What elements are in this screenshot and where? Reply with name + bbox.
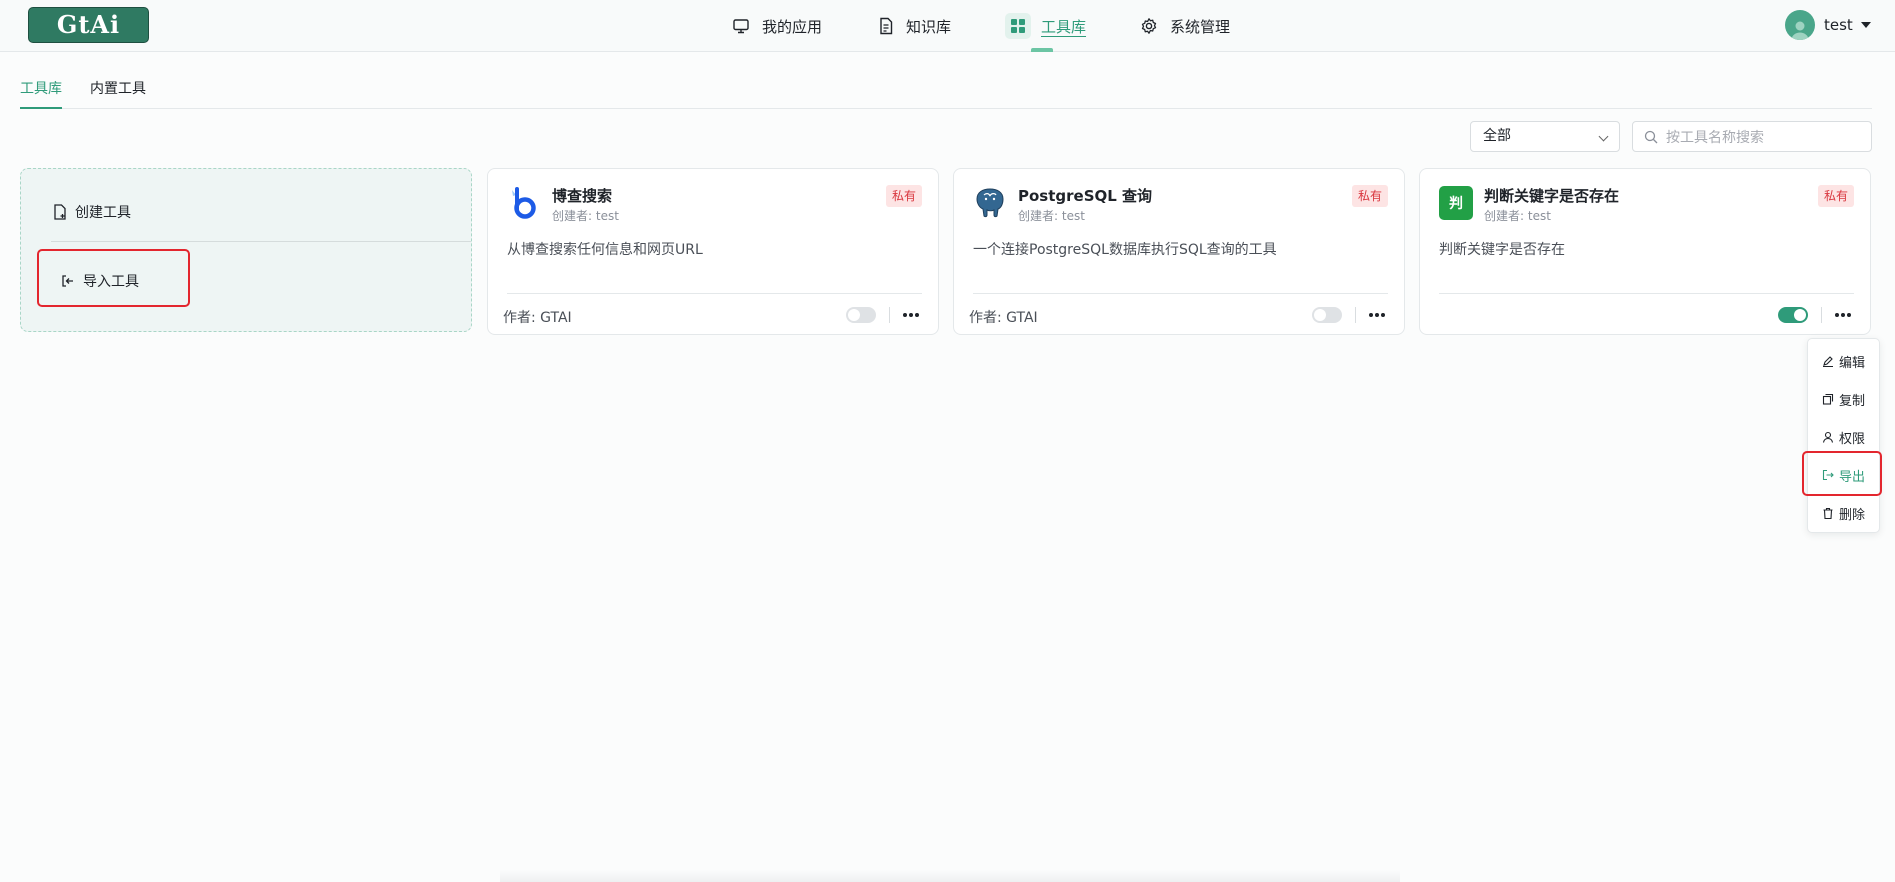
private-badge: 私有 xyxy=(1817,185,1854,207)
caret-down-icon xyxy=(1860,22,1871,28)
user-menu[interactable]: test xyxy=(1785,10,1871,40)
card-divider xyxy=(507,293,922,294)
divider xyxy=(51,241,471,242)
search-input[interactable]: 按工具名称搜索 xyxy=(1632,121,1872,152)
pan-char-icon: 判 xyxy=(1439,186,1473,220)
private-badge: 私有 xyxy=(885,185,922,207)
create-tool-label: 创建工具 xyxy=(75,205,131,221)
menu-item-delete[interactable]: 删除 xyxy=(1808,498,1881,528)
app-logo[interactable]: GtAi xyxy=(28,7,149,43)
tool-enable-toggle[interactable] xyxy=(1312,307,1342,323)
more-options-button[interactable] xyxy=(900,307,922,323)
nav-system-settings-label: 系统管理 xyxy=(1170,17,1231,36)
nav-knowledge-base-label: 知识库 xyxy=(906,17,952,36)
menu-item-permissions-label: 权限 xyxy=(1839,431,1866,447)
separator xyxy=(889,307,890,323)
bocha-logo-icon xyxy=(507,186,541,220)
tool-context-menu: 编辑 复制 权限 导出 删除 xyxy=(1807,338,1880,533)
document-icon xyxy=(880,17,893,35)
create-tool-button[interactable]: 创建工具 xyxy=(53,202,131,222)
category-select-value: 全部 xyxy=(1483,128,1511,144)
nav-my-apps-label: 我的应用 xyxy=(762,17,823,36)
user-name: test xyxy=(1824,16,1853,34)
tool-enable-toggle[interactable] xyxy=(846,307,876,323)
menu-item-delete-label: 删除 xyxy=(1839,507,1866,523)
copy-icon xyxy=(1822,393,1834,405)
nav-system-settings[interactable]: 系统管理 xyxy=(1140,13,1230,39)
grid-icon xyxy=(1005,13,1031,39)
tool-title: 判断关键字是否存在 xyxy=(1484,187,1620,205)
tool-title: PostgreSQL 查询 xyxy=(1018,187,1153,205)
tool-creator: 创建者: test xyxy=(552,209,619,223)
nav-knowledge-base[interactable]: 知识库 xyxy=(878,13,951,39)
nav-my-apps[interactable]: 我的应用 xyxy=(732,13,822,39)
tool-description: 判断关键字是否存在 xyxy=(1439,242,1565,258)
user-icon xyxy=(1822,431,1834,443)
tool-description: 一个连接PostgreSQL数据库执行SQL查询的工具 xyxy=(973,242,1277,258)
menu-item-copy-label: 复制 xyxy=(1839,393,1866,409)
tool-card[interactable]: 判 判断关键字是否存在 创建者: test 私有 判断关键字是否存在 xyxy=(1419,168,1871,335)
search-icon xyxy=(1644,130,1658,143)
separator xyxy=(1355,307,1356,323)
more-options-button[interactable] xyxy=(1832,307,1854,323)
trash-icon xyxy=(1823,507,1833,519)
chevron-down-icon xyxy=(1598,131,1609,142)
tool-card[interactable]: PostgreSQL 查询 创建者: test 私有 一个连接PostgreSQ… xyxy=(953,168,1405,335)
tool-author: 作者: GTAI xyxy=(969,310,1038,326)
highlight-box-import xyxy=(37,249,190,307)
avatar xyxy=(1785,10,1815,40)
tool-creator: 创建者: test xyxy=(1484,209,1551,223)
tool-card[interactable]: 博查搜索 创建者: test 私有 从博查搜索任何信息和网页URL 作者: GT… xyxy=(487,168,939,335)
menu-item-copy[interactable]: 复制 xyxy=(1808,384,1881,414)
new-file-icon xyxy=(54,204,66,220)
tool-enable-toggle[interactable] xyxy=(1778,307,1808,323)
card-divider xyxy=(973,293,1388,294)
monitor-icon xyxy=(733,19,749,34)
menu-item-edit-label: 编辑 xyxy=(1839,355,1866,371)
edit-icon xyxy=(1823,356,1833,367)
sub-tab-bar: 工具库 内置工具 xyxy=(20,80,1872,109)
tool-author: 作者: GTAI xyxy=(503,310,572,326)
private-badge: 私有 xyxy=(1351,185,1388,207)
highlight-box-export xyxy=(1802,451,1882,496)
tab-builtin-tools[interactable]: 内置工具 xyxy=(90,80,146,109)
menu-item-edit[interactable]: 编辑 xyxy=(1808,346,1881,376)
top-navbar: GtAi 我的应用 知识库 工具库 系统管理 test xyxy=(0,0,1895,52)
card-divider xyxy=(1439,293,1854,294)
menu-item-permissions[interactable]: 权限 xyxy=(1808,422,1881,452)
postgresql-elephant-icon xyxy=(973,186,1007,220)
separator xyxy=(1821,307,1822,323)
nav-tool-library[interactable]: 工具库 xyxy=(1005,13,1086,39)
gear-icon xyxy=(1141,18,1157,34)
tab-tool-library[interactable]: 工具库 xyxy=(20,80,62,109)
category-select[interactable]: 全部 xyxy=(1470,121,1620,152)
bottom-shadow xyxy=(500,870,1400,882)
search-placeholder: 按工具名称搜索 xyxy=(1666,129,1764,146)
more-options-button[interactable] xyxy=(1366,307,1388,323)
tool-title: 博查搜索 xyxy=(552,187,613,205)
tool-creator: 创建者: test xyxy=(1018,209,1085,223)
tool-description: 从博查搜索任何信息和网页URL xyxy=(507,242,703,258)
nav-tool-library-label: 工具库 xyxy=(1041,17,1087,36)
active-nav-indicator xyxy=(1031,48,1053,52)
